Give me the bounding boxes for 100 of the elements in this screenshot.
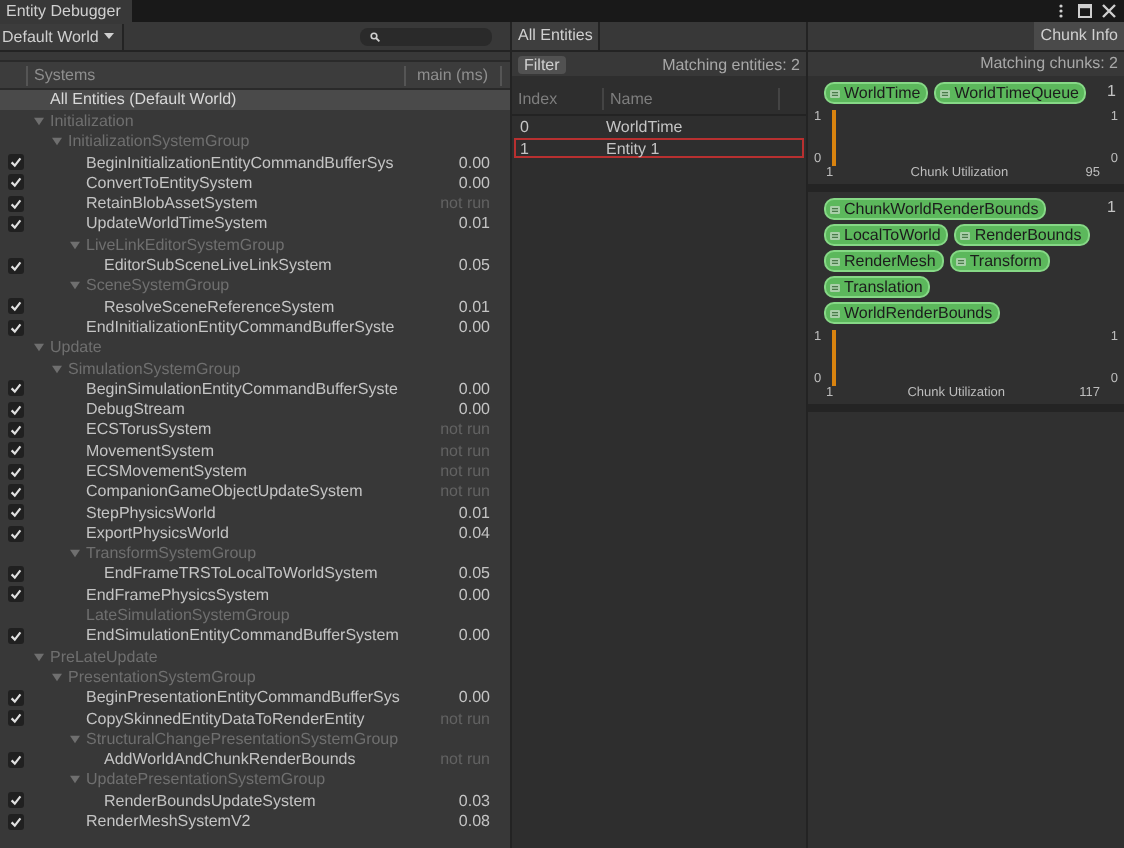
checkbox[interactable] [8,401,24,418]
system-name[interactable]: BeginSimulationEntityCommandBufferSyste [86,379,410,398]
system-name[interactable]: EndSimulationEntityCommandBufferSystem [86,626,410,645]
checkbox[interactable] [8,710,24,727]
checkbox[interactable] [8,813,24,830]
component-icon [955,257,966,265]
system-name[interactable]: StepPhysicsWorld [86,503,410,522]
checkbox[interactable] [8,566,24,583]
system-name[interactable]: AddWorldAndChunkRenderBounds [104,750,410,769]
checkbox[interactable] [8,380,24,397]
checkbox[interactable] [8,257,24,274]
checkbox[interactable] [8,319,24,336]
system-name[interactable]: EditorSubSceneLiveLinkSystem [104,256,410,275]
system-name[interactable]: EndFramePhysicsSystem [86,585,410,604]
system-name[interactable]: BeginPresentationEntityCommandBufferSys [86,688,410,707]
system-time: 0.05 [456,564,492,583]
entity-row[interactable]: 0 WorldTime [514,116,804,137]
system-time: 0.01 [456,297,492,316]
component-icon [830,257,840,265]
system-name[interactable]: RenderBoundsUpdateSystem [104,791,410,810]
checkbox[interactable] [8,751,24,768]
system-time: 0.01 [456,503,492,522]
system-time: 0.04 [456,523,492,542]
checkbox[interactable] [8,483,24,500]
caret-icon [104,32,115,40]
table-cell: Entity 1 [606,139,660,156]
close-icon[interactable] [1102,4,1116,18]
tree-item[interactable]: All Entities (Default World) [0,90,510,111]
checkbox[interactable] [8,154,24,171]
world-dropdown[interactable]: Default World [0,23,125,49]
system-name[interactable]: ExportPhysicsWorld [86,523,410,542]
table-cell-text: 1 [518,139,531,156]
checkbox[interactable] [8,442,24,459]
system-time: 0.00 [456,626,492,645]
component-icon [830,283,840,291]
entities-title: All Entities [512,22,601,50]
system-name[interactable]: EndInitializationEntityCommandBufferSyste [86,317,410,336]
system-time: 0.00 [456,688,492,707]
component-icon [830,309,840,317]
window-tab[interactable]: Entity Debugger [0,0,133,22]
checkbox[interactable] [8,525,24,542]
system-name[interactable]: ECSMovementSystem [86,461,410,480]
checkbox[interactable] [8,628,24,645]
component-name: Transform [969,252,1042,270]
component-icon [830,205,840,213]
filter-button[interactable]: Filter [518,55,566,73]
system-name[interactable]: UpdateWorldTimeSystem [86,214,410,233]
component-icon [960,231,971,239]
column-header[interactable]: Systems [26,65,404,85]
column-header[interactable]: main (ms) [404,65,502,85]
checkbox[interactable] [8,195,24,212]
component-name: WorldTimeQueue [954,84,1079,102]
checkbox[interactable] [8,422,24,439]
checkbox[interactable] [8,792,24,809]
checkbox[interactable] [8,174,24,191]
system-time: 0.01 [456,214,492,233]
system-time: 0.05 [456,256,492,275]
system-time: 0.08 [456,812,492,831]
search-field[interactable] [360,27,493,45]
component-icon [830,231,840,239]
checkbox[interactable] [8,689,24,706]
component-name: LocalToWorld [844,226,941,244]
component-name: WorldRenderBounds [844,304,993,322]
chunk-info-button[interactable]: Chunk Info [1034,22,1124,50]
maximize-icon[interactable] [1078,4,1092,18]
system-name[interactable]: MovementSystem [86,441,410,460]
system-name[interactable]: CopySkinnedEntityDataToRenderEntity [86,709,410,728]
more-options-icon[interactable] [1054,4,1068,18]
entity-row[interactable]: 1 Entity 1 [514,137,804,158]
system-name[interactable]: RenderMeshSystemV2 [86,812,410,831]
system-name[interactable]: ResolveSceneReferenceSystem [104,297,410,316]
checkbox[interactable] [8,216,24,233]
system-name[interactable]: CompanionGameObjectUpdateSystem [86,482,410,501]
system-time: 0.00 [456,173,492,192]
component-name: WorldTime [844,84,921,102]
component-icon [940,89,951,97]
system-name[interactable]: BeginInitializationEntityCommandBufferSys [86,153,410,172]
system-name[interactable]: EndFrameTRSToLocalToWorldSystem [104,564,410,583]
matching-entities-count: Matching entities: 2 [662,55,800,73]
checkbox[interactable] [8,298,24,315]
system-time: 0.00 [456,317,492,336]
table-cell: WorldTime [606,118,683,135]
chunk-count: 1 [1105,82,1118,100]
system-time: 0.03 [456,791,492,810]
component-icon [830,89,840,97]
component-name: ChunkWorldRenderBounds [844,200,1039,218]
checkbox[interactable] [8,504,24,521]
system-name[interactable]: ECSTorusSystem [86,420,410,439]
chunk-count: 1 [1105,198,1118,216]
system-name[interactable]: DebugStream [86,400,410,419]
checkbox[interactable] [8,586,24,603]
search-icon [370,31,381,41]
system-name[interactable]: RetainBlobAssetSystem [86,194,410,213]
component-name: RenderMesh [844,252,936,270]
system-time: 0.00 [456,379,492,398]
component-name: Translation [844,278,923,296]
checkbox[interactable] [8,463,24,480]
system-time: 0.00 [456,153,492,172]
system-name[interactable]: ConvertToEntitySystem [86,173,410,192]
system-time: 0.00 [456,400,492,419]
